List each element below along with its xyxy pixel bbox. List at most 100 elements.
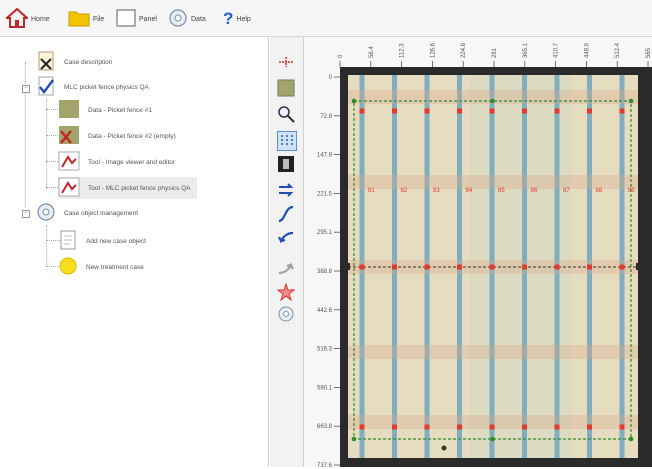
file-button[interactable]: File: [68, 8, 104, 30]
tree-item-label: Data - Picket fence #1: [88, 106, 152, 114]
leaf-marker: [522, 424, 527, 430]
tree-item-data-1[interactable]: Data - Picket fence #1: [58, 99, 152, 121]
checklist-icon: [36, 76, 56, 98]
left-ruler: [304, 67, 340, 467]
help-icon: ?: [223, 9, 234, 28]
grid-select-tool-icon[interactable]: [277, 131, 297, 151]
frame-handle: [490, 436, 495, 442]
image-viewer[interactable]: 0 56.4 112.3 126.6 224.6 281 365.1 410.7 448.9 51…: [304, 37, 652, 469]
x-ruler-label: 565: [646, 47, 652, 58]
leaf-marker: [554, 424, 560, 430]
x-ruler-label: 410.7: [554, 42, 560, 58]
y-ruler-label: 72.8: [320, 114, 332, 120]
mlc-tool-icon: [58, 177, 80, 199]
case-tree-panel: − − Case description MLC picket fence ph…: [0, 37, 269, 467]
leaf-marker: [359, 424, 365, 430]
leaf-marker: [489, 108, 495, 114]
frame-handle: [628, 436, 634, 442]
zoom-icon[interactable]: [277, 105, 295, 123]
leaf-marker: [587, 264, 592, 270]
y-ruler-label: 147.8: [317, 153, 333, 159]
frame-handle: [628, 98, 634, 104]
tree-connector: [46, 99, 47, 189]
tree-item-new-treatment[interactable]: New treatment case: [58, 256, 144, 278]
expand-toggle[interactable]: −: [22, 210, 30, 218]
tree-item-label: Tool - MLC picket fence physics QA: [88, 184, 191, 192]
data-button[interactable]: Data: [168, 8, 206, 30]
disc-tool-icon[interactable]: [277, 305, 295, 323]
leaf-marker: [619, 264, 625, 270]
y-ruler-label: 737.6: [317, 463, 333, 467]
arrows-right-tool-icon[interactable]: [277, 181, 295, 199]
image-thumbnail-tool-icon[interactable]: [277, 79, 295, 97]
crosshair-tool-icon[interactable]: [277, 53, 295, 71]
picket-label: 81: [368, 188, 375, 194]
picket-label: 88: [596, 188, 603, 194]
bottom-handle: [441, 445, 447, 451]
tree-item-mlc-qa[interactable]: MLC picket fence physics QA: [36, 76, 149, 98]
picket-label: 82: [401, 188, 408, 194]
tree-item-case-object-management[interactable]: Case object management: [36, 202, 138, 224]
help-button[interactable]: ? Help: [223, 8, 251, 30]
leaf-marker: [489, 264, 495, 270]
disc-icon: [36, 202, 56, 224]
y-ruler-label: 442.6: [317, 308, 333, 314]
tree-item-label: Tool - Image viewer and editor: [88, 158, 176, 166]
leaf-marker: [359, 264, 365, 270]
y-ruler-label: 368.8: [317, 269, 333, 275]
side-handle: [344, 263, 350, 270]
tree-item-tool-viewer[interactable]: Tool - Image viewer and editor: [58, 151, 175, 173]
tree-item-add-new[interactable]: Add new case object: [58, 230, 146, 252]
leaf-marker: [424, 108, 430, 114]
y-ruler-label: 516.3: [317, 347, 333, 353]
x-ruler-label: 112.3: [400, 43, 406, 58]
x-ruler-label: 126.6: [430, 42, 436, 58]
panel-icon: [116, 9, 136, 29]
file-label: File: [93, 15, 105, 23]
home-icon: [4, 7, 30, 30]
main-toolbar: Home File Panel Data ? Help: [0, 0, 652, 37]
x-ruler-label: 512.4: [615, 42, 621, 58]
leaf-marker: [522, 108, 527, 114]
x-ruler-label: 448.9: [584, 42, 590, 58]
x-ruler-label: 281: [492, 47, 498, 58]
star-marker-tool-icon[interactable]: [276, 282, 296, 302]
profile-image-tool-icon[interactable]: [277, 155, 295, 173]
tree-item-tool-mlc[interactable]: Tool - MLC picket fence physics QA: [58, 177, 197, 199]
image-data-empty-icon: [58, 125, 80, 147]
picket-label: 84: [466, 188, 473, 194]
redo-arrow-icon[interactable]: [277, 259, 295, 277]
x-ruler-label: 224.6: [461, 42, 467, 58]
sun-icon: [58, 256, 78, 278]
leaf-marker: [392, 424, 397, 430]
leaf-marker: [424, 264, 430, 270]
x-ruler-label: 56.4: [369, 46, 375, 58]
expand-toggle[interactable]: −: [22, 85, 30, 93]
picket-label: 89: [628, 188, 635, 194]
case-description-icon: [36, 51, 56, 73]
leaf-marker: [587, 424, 592, 430]
leaf-marker: [489, 424, 495, 430]
leaf-marker: [457, 108, 462, 114]
undo-arrow-icon[interactable]: [277, 229, 295, 247]
frame-handle: [351, 436, 357, 442]
leaf-marker: [522, 264, 527, 270]
curve-tool-icon[interactable]: [277, 205, 295, 223]
frame-handle: [490, 98, 495, 104]
leaf-marker: [457, 424, 462, 430]
leaf-marker: [587, 108, 592, 114]
panel-button[interactable]: Panel: [116, 8, 157, 30]
folder-icon: [68, 9, 90, 29]
leaf-marker: [619, 424, 625, 430]
help-label: Help: [236, 15, 251, 23]
tree-item-case-description[interactable]: Case description: [36, 51, 112, 73]
top-ruler: [304, 37, 652, 67]
tree-item-data-2[interactable]: Data - Picket fence #2 (empty): [58, 125, 176, 147]
image-editor-tool-icon: [58, 151, 80, 173]
leaf-marker: [359, 108, 365, 114]
tree-item-label: Data - Picket fence #2 (empty): [88, 132, 176, 140]
leaf-marker: [457, 264, 462, 270]
leaf-marker: [424, 424, 430, 430]
tree-item-label: MLC picket fence physics QA: [64, 83, 149, 91]
home-button[interactable]: Home: [4, 7, 50, 30]
